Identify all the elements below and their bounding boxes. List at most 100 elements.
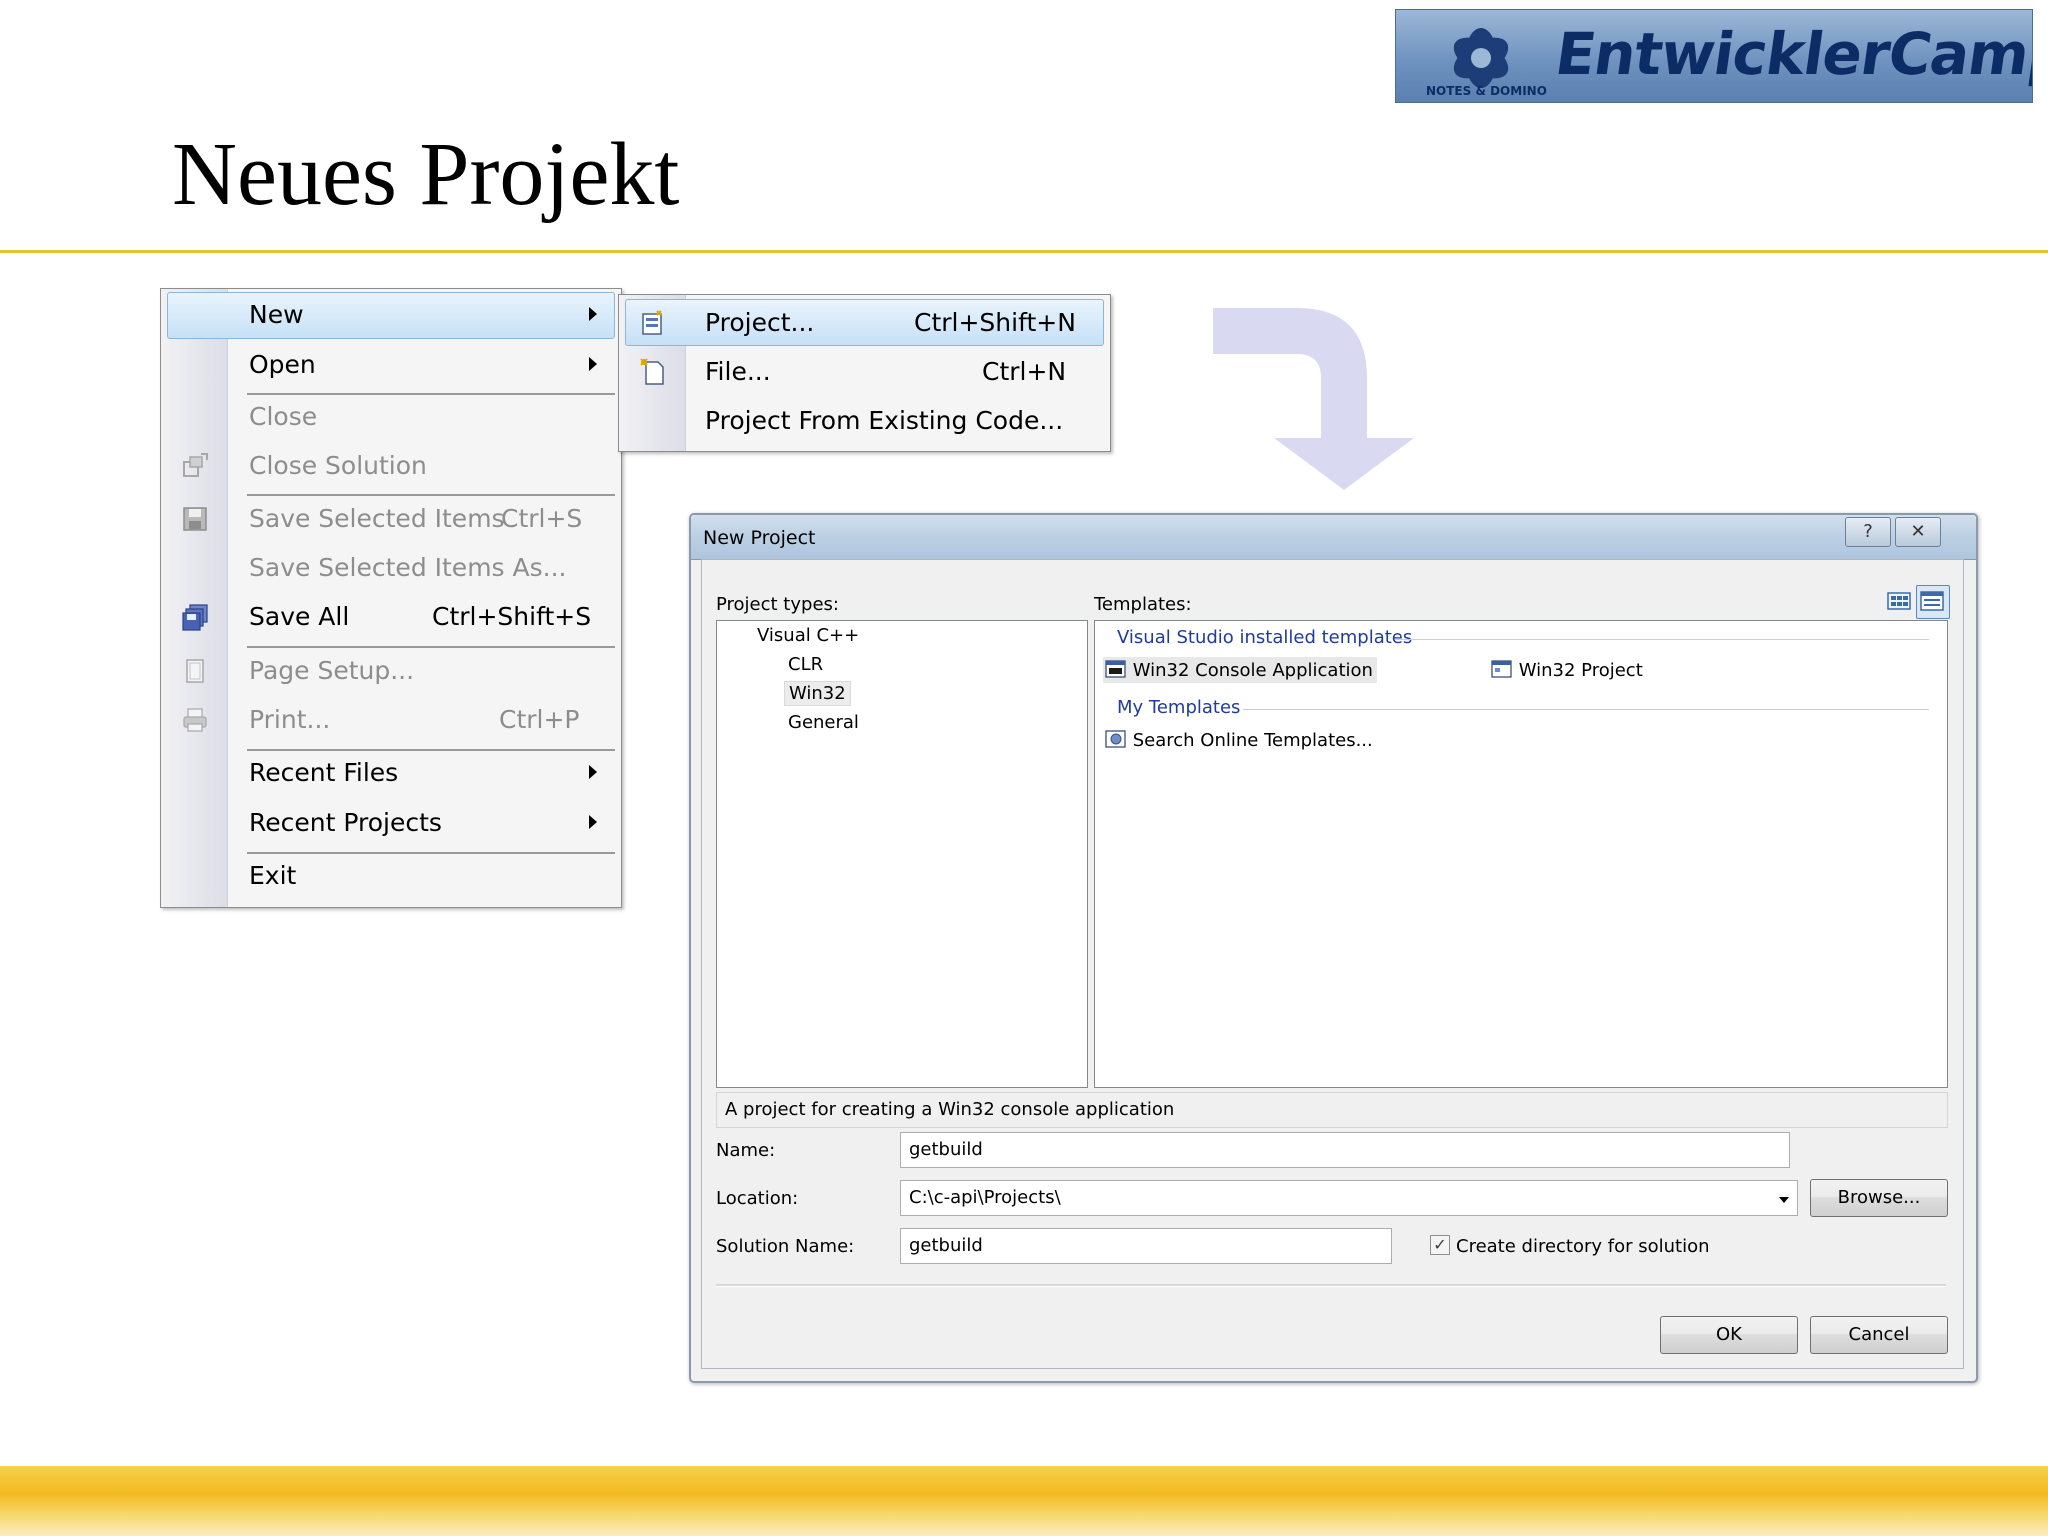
menu-item-print[interactable]: Print... Ctrl+P — [161, 696, 621, 744]
menu-item-label: Recent Projects — [249, 808, 442, 837]
dialog-title-bar: New Project ? ✕ — [691, 515, 1976, 560]
menu-item-shortcut: Ctrl+P — [499, 705, 580, 734]
menu-item-label: Recent Files — [249, 758, 399, 787]
menu-item-new[interactable]: New — [161, 291, 621, 339]
menu-item-label: Project... — [705, 308, 815, 337]
menu-item-label: Exit — [249, 861, 297, 890]
solution-name-label: Solution Name: — [716, 1236, 855, 1257]
page-setup-icon — [186, 659, 204, 683]
cancel-button[interactable]: Cancel — [1810, 1316, 1948, 1354]
template-search-online[interactable]: Search Online Templates... — [1105, 729, 1373, 751]
ok-button[interactable]: OK — [1660, 1316, 1798, 1354]
template-label: Win32 Project — [1518, 660, 1643, 681]
new-project-dialog: New Project ? ✕ Project types: Templates… — [689, 513, 1978, 1383]
win32-project-icon — [1491, 660, 1512, 678]
section-divider — [1395, 639, 1929, 640]
menu-item-label: Print... — [249, 705, 331, 734]
small-icons-view-button[interactable] — [1916, 585, 1950, 619]
tree-item-win32[interactable]: Win32 — [784, 681, 851, 706]
dialog-body: Project types: Templates: Visual C++ CLR… — [701, 559, 1964, 1369]
menu-item-label: Close Solution — [249, 451, 427, 480]
dialog-title: New Project — [703, 527, 816, 549]
submenu-arrow-icon — [589, 765, 597, 779]
slide-title: Neues Projekt — [172, 125, 680, 224]
search-online-icon — [1105, 730, 1126, 748]
menu-item-recent-projects[interactable]: Recent Projects — [161, 799, 621, 847]
template-label: Win32 Console Application — [1132, 660, 1373, 681]
entwicklercamp-logo: EntwicklerCamp '11 NOTES & DOMINO — [1395, 9, 2033, 103]
name-label: Name: — [716, 1140, 776, 1161]
menu-item-label: Close — [249, 402, 318, 431]
console-app-icon — [1105, 660, 1126, 678]
location-combobox[interactable]: C:\c-api\Projects\ — [900, 1180, 1798, 1216]
menu-item-open[interactable]: Open — [161, 341, 621, 389]
installed-templates-header: Visual Studio installed templates — [1117, 627, 1413, 648]
help-button[interactable]: ? — [1845, 517, 1891, 547]
menu-item-new-file[interactable]: File... Ctrl+N — [619, 348, 1110, 396]
solution-name-input[interactable]: getbuild — [900, 1228, 1392, 1264]
tree-item-general[interactable]: General — [788, 712, 859, 733]
print-icon — [183, 708, 207, 732]
title-divider — [0, 250, 2048, 253]
project-types-tree[interactable]: Visual C++ CLR Win32 General — [716, 620, 1088, 1088]
new-file-icon — [640, 358, 664, 385]
menu-item-close-solution[interactable]: Close Solution — [161, 442, 621, 490]
templates-list[interactable]: Visual Studio installed templates Win32 … — [1094, 620, 1948, 1088]
flower-logo-icon — [1453, 28, 1509, 88]
menu-item-label: Project From Existing Code... — [705, 406, 1064, 435]
save-all-icon — [182, 604, 208, 631]
menu-item-save-all[interactable]: Save All Ctrl+Shift+S — [161, 593, 621, 641]
menu-item-project-from-existing-code[interactable]: Project From Existing Code... — [619, 397, 1110, 445]
menu-item-label: New — [249, 300, 304, 329]
menu-item-new-project[interactable]: Project... Ctrl+Shift+N — [619, 299, 1110, 347]
new-submenu: Project... Ctrl+Shift+N File... Ctrl+N P… — [618, 294, 1111, 452]
location-value: C:\c-api\Projects\ — [909, 1187, 1061, 1208]
tree-item-visual-cpp[interactable]: Visual C++ — [757, 625, 859, 646]
menu-item-exit[interactable]: Exit — [161, 852, 621, 900]
file-menu: New Open Close Close Solution Save Selec… — [160, 288, 622, 908]
my-templates-header: My Templates — [1117, 697, 1241, 718]
logo-subtitle: NOTES & DOMINO — [1426, 84, 1547, 98]
menu-item-page-setup[interactable]: Page Setup... — [161, 647, 621, 695]
project-types-label: Project types: — [716, 594, 839, 615]
small-icons-view-icon — [1920, 591, 1944, 611]
menu-item-label: Save Selected Items — [249, 504, 505, 533]
create-directory-label: Create directory for solution — [1456, 1236, 1710, 1257]
menu-item-label: Open — [249, 350, 316, 379]
dropdown-arrow-icon[interactable] — [1779, 1197, 1789, 1203]
logo-text: EntwicklerCamp '11 — [1551, 20, 2033, 88]
template-label: Search Online Templates... — [1132, 730, 1373, 751]
template-win32-project[interactable]: Win32 Project — [1491, 659, 1643, 681]
menu-item-shortcut: Ctrl+S — [501, 504, 583, 533]
template-description-box: A project for creating a Win32 console a… — [716, 1092, 1948, 1128]
browse-button[interactable]: Browse... — [1810, 1179, 1948, 1217]
footer-band — [0, 1466, 2048, 1536]
submenu-arrow-icon — [589, 357, 597, 371]
location-label: Location: — [716, 1188, 799, 1209]
dialog-separator — [716, 1284, 1946, 1287]
menu-item-label: Save All — [249, 602, 350, 631]
submenu-arrow-icon — [589, 815, 597, 829]
menu-item-save-selected-as[interactable]: Save Selected Items As... — [161, 544, 621, 592]
close-icon: ✕ — [1910, 521, 1926, 542]
template-win32-console-application[interactable]: Win32 Console Application — [1103, 657, 1377, 683]
menu-item-label: File... — [705, 357, 771, 386]
submenu-arrow-icon — [589, 307, 597, 321]
new-project-icon — [642, 310, 662, 335]
template-description: A project for creating a Win32 console a… — [725, 1099, 1175, 1120]
help-icon: ? — [1863, 521, 1873, 542]
menu-item-close[interactable]: Close — [161, 393, 621, 441]
large-icons-view-icon — [1887, 592, 1911, 610]
menu-item-recent-files[interactable]: Recent Files — [161, 749, 621, 797]
create-directory-checkbox[interactable]: ✓ — [1430, 1235, 1450, 1255]
close-solution-icon — [183, 453, 208, 477]
save-icon — [183, 507, 207, 531]
tree-item-clr[interactable]: CLR — [788, 654, 823, 675]
close-button[interactable]: ✕ — [1895, 517, 1941, 547]
menu-item-save-selected[interactable]: Save Selected Items Ctrl+S — [161, 495, 621, 543]
menu-item-label: Save Selected Items As... — [249, 553, 567, 582]
menu-item-shortcut: Ctrl+Shift+S — [432, 602, 592, 631]
name-input[interactable]: getbuild — [900, 1132, 1790, 1168]
menu-item-shortcut: Ctrl+Shift+N — [914, 308, 1076, 337]
large-icons-view-button[interactable] — [1884, 586, 1914, 616]
